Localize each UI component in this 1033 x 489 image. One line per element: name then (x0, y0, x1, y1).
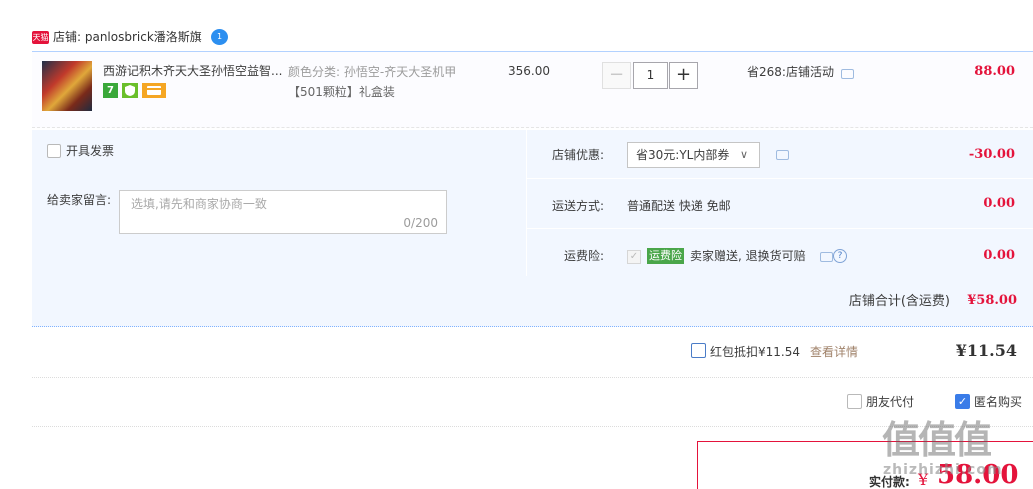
divider (527, 178, 1033, 179)
shipping-label: 运送方式: (551, 199, 604, 213)
chat-bubble-icon[interactable] (776, 150, 789, 160)
friend-pay-checkbox[interactable] (847, 394, 862, 409)
red-packet-value: ¥11.54 (955, 341, 1017, 360)
shop-name[interactable]: 店铺: panlosbrick潘洛斯旗 (53, 29, 202, 45)
seller-message-placeholder: 选填,请先和商家协商一致 (131, 197, 267, 211)
insurance-checkbox: ✓ (627, 250, 641, 264)
anonymous-purchase-label[interactable]: 匿名购买 (974, 394, 1022, 410)
promotion-label: 省268:店铺活动 (747, 65, 834, 79)
quantity-decrease-button[interactable]: − (602, 62, 631, 89)
watermark-text: zhizhizhi.com (883, 462, 1003, 478)
message-char-count: 0/200 (403, 216, 438, 230)
watermark-logo: 值值值 (882, 418, 992, 462)
tmall-icon: 天猫 (32, 31, 49, 44)
red-packet-details-link[interactable]: 查看详情 (810, 344, 858, 360)
sku-color: 颜色分类: 孙悟空-齐天大圣机甲 (288, 65, 457, 79)
seven-day-return-icon: 7 (103, 83, 118, 98)
product-thumbnail[interactable] (42, 61, 92, 111)
friend-pay-label[interactable]: 朋友代付 (866, 394, 914, 410)
anonymous-purchase-checkbox[interactable]: ✓ (955, 394, 970, 409)
wangwang-chat-icon[interactable]: 1 (211, 29, 228, 45)
shipping-fee: 0.00 (983, 196, 1015, 211)
insurance-value: 0.00 (983, 248, 1015, 263)
sku-package: 【501颗粒】礼盒装 (288, 85, 395, 99)
insurance-description: 卖家赠送, 退换货可赔 (690, 249, 806, 263)
quantity-input[interactable]: 1 (633, 62, 668, 89)
quantity-increase-button[interactable]: + (669, 62, 698, 89)
help-icon[interactable]: ? (833, 249, 847, 263)
red-packet-checkbox[interactable] (691, 343, 706, 358)
item-subtotal: 88.00 (974, 64, 1015, 79)
shop-discount-value: -30.00 (968, 147, 1015, 162)
divider (527, 228, 1033, 229)
shop-total-label: 店铺合计(含运费) (848, 294, 950, 309)
shipping-method: 普通配送 快递 免邮 (627, 199, 731, 213)
invoice-label[interactable]: 开具发票 (66, 143, 114, 159)
shop-discount-label: 店铺优惠: (551, 148, 604, 162)
insurance-tag: 运费险 (647, 248, 684, 264)
divider (32, 377, 1033, 378)
chat-bubble-icon[interactable] (841, 69, 854, 79)
product-title[interactable]: 西游记积木齐天大圣孙悟空益智... (103, 63, 283, 79)
guarantee-shield-icon (122, 83, 138, 98)
chat-bubble-icon[interactable] (820, 252, 833, 262)
shop-total-value: ¥58.00 (967, 293, 1017, 308)
red-packet-label[interactable]: 红包抵扣¥11.54 (710, 344, 800, 360)
message-label: 给卖家留言: (47, 193, 112, 207)
chevron-down-icon[interactable]: ∨ (740, 147, 748, 163)
credit-card-icon (142, 83, 166, 98)
insurance-label: 运费险: (563, 249, 604, 263)
invoice-checkbox[interactable] (47, 144, 61, 158)
coupon-selected-value[interactable]: 省30元:YL内部券 (636, 147, 729, 163)
unit-price: 356.00 (508, 64, 550, 78)
